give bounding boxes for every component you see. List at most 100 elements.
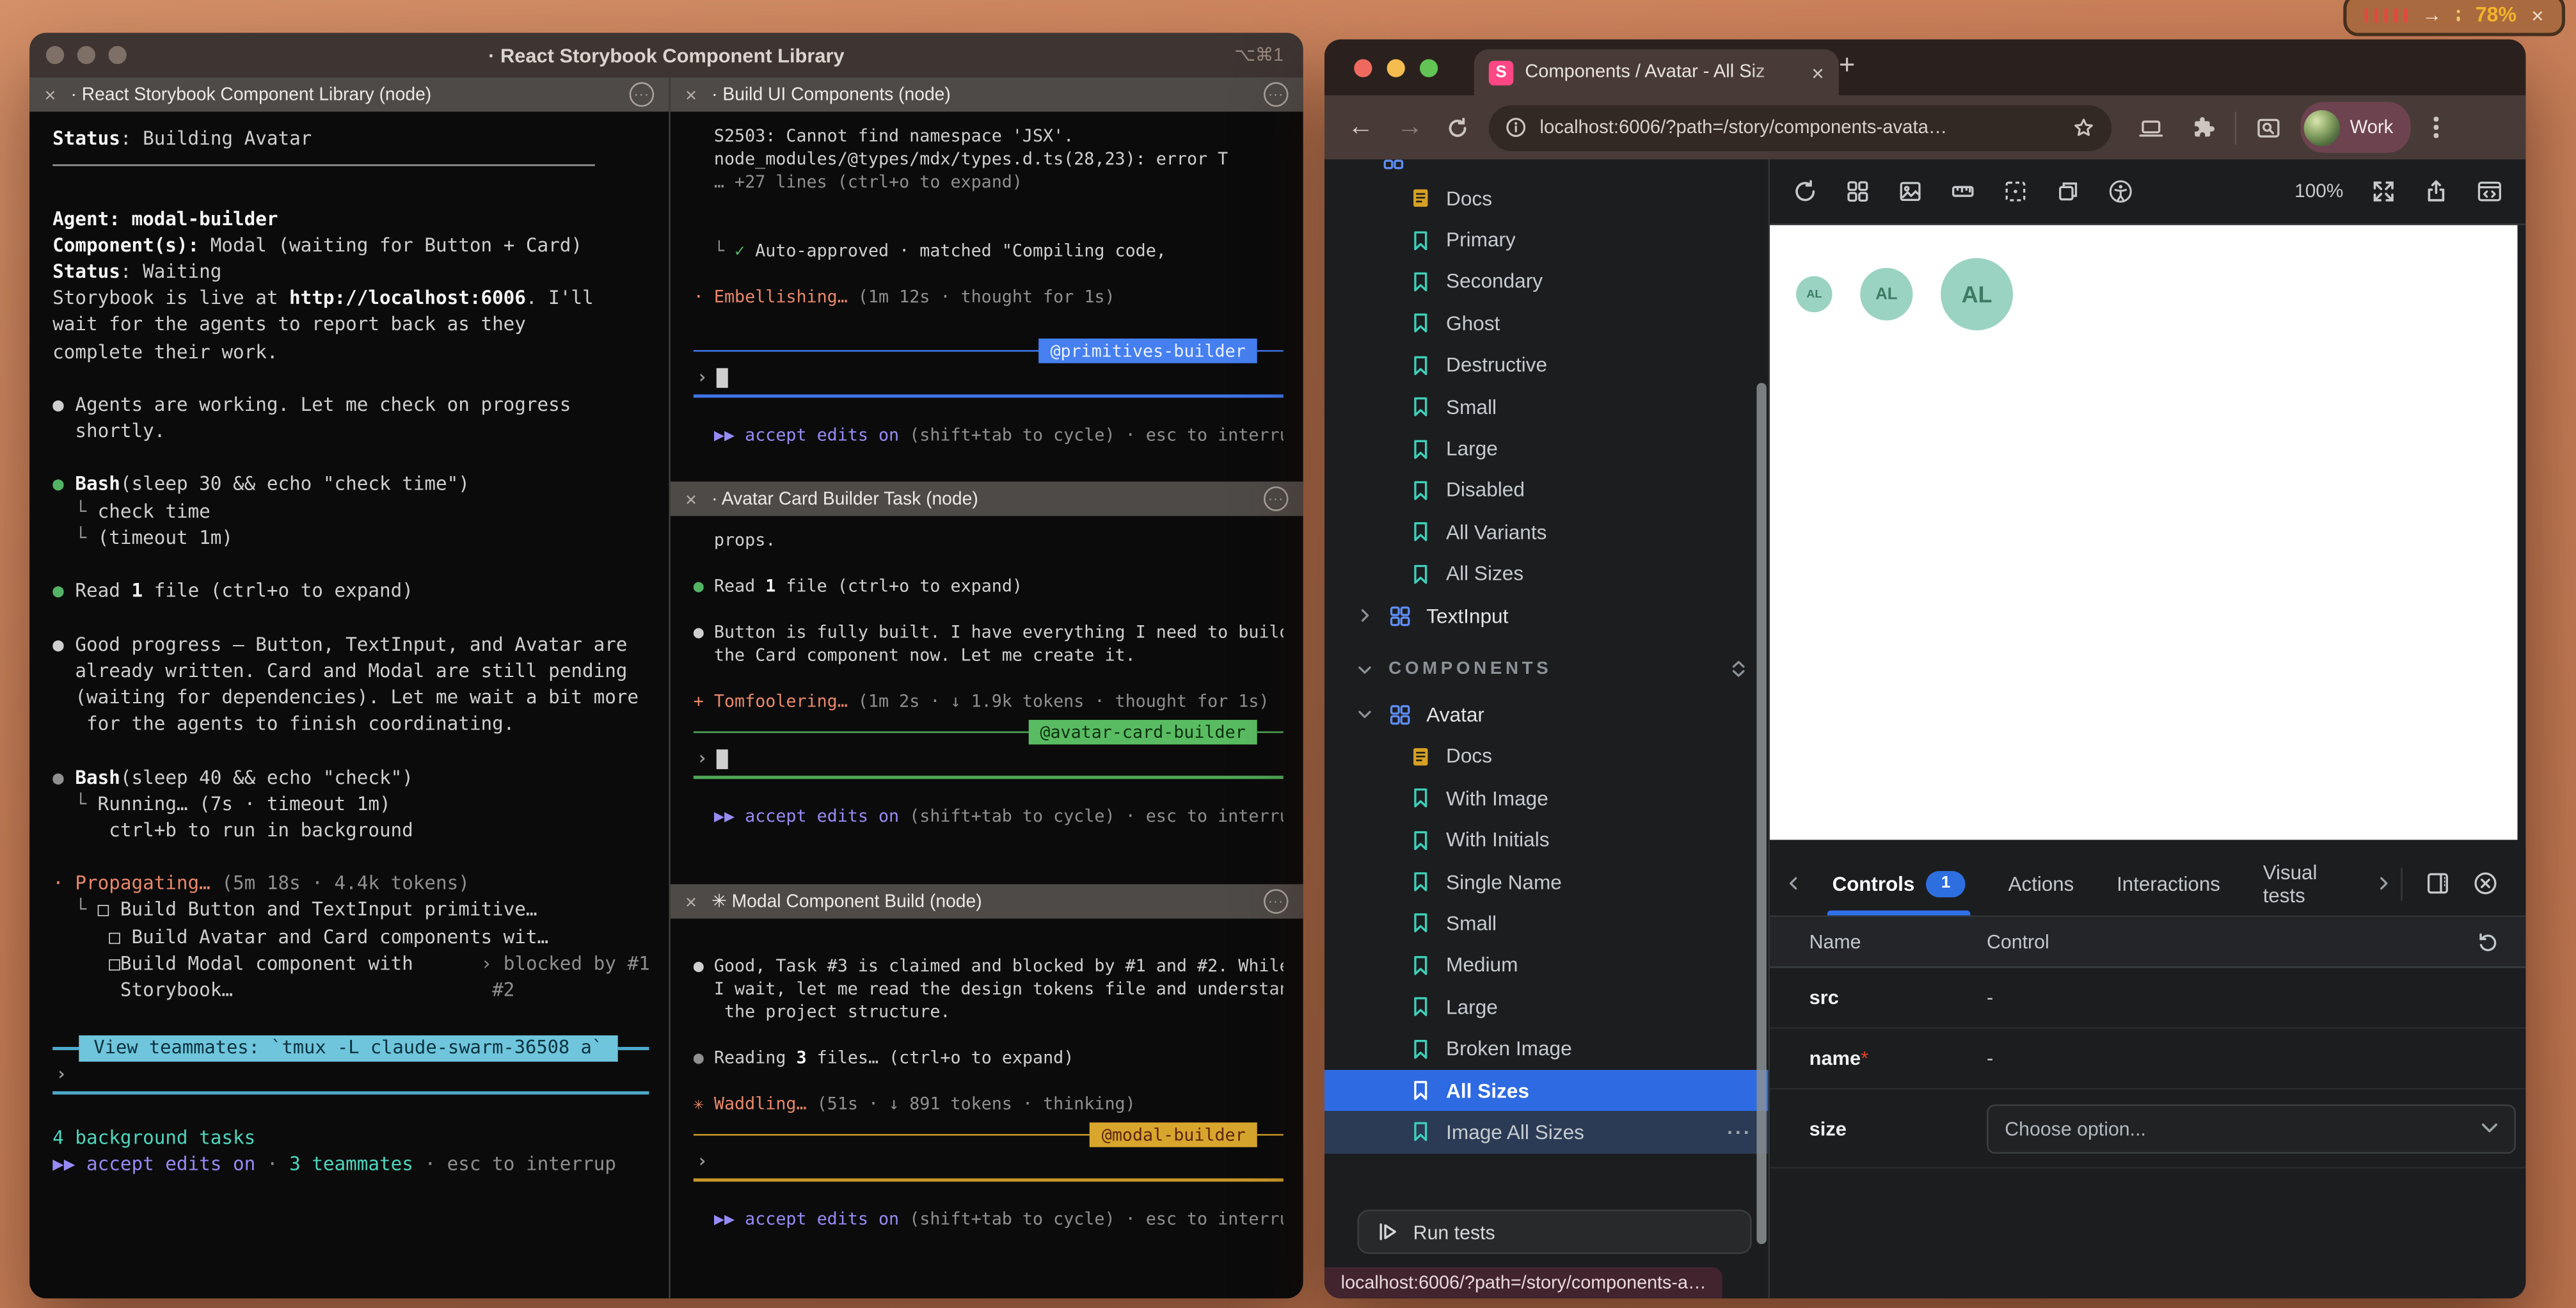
pane-content[interactable]: ● Good, Task #3 is claimed and blocked b… (671, 919, 1303, 1298)
sidebar-scrollbar[interactable] (1756, 383, 1766, 1244)
sidebar-item-label: Docs (1446, 187, 1492, 210)
tab-actions[interactable]: Actions (1987, 851, 2095, 915)
tmux-pane-orchestrator[interactable]: × · React Storybook Component Library (n… (29, 77, 671, 1298)
agent-input-box[interactable]: View teammates: `tmux -L claude-swarm-36… (52, 1034, 649, 1094)
pane-content[interactable]: Status: Building AvatarAgent: modal-buil… (29, 112, 669, 1298)
browser-tab[interactable]: S Components / Avatar - All Siz × (1474, 49, 1839, 95)
sidebar-item-disabled[interactable]: Disabled (1324, 470, 1768, 511)
share-icon[interactable] (2424, 179, 2449, 204)
view-teammates-command[interactable]: View teammates: `tmux -L claude-swarm-36… (79, 1035, 617, 1062)
pane-header[interactable]: × ✳ Modal Component Build (node) ··· (671, 884, 1303, 919)
close-panel-icon[interactable] (2473, 871, 2498, 896)
recording-indicator[interactable]: → 78% × (2343, 0, 2565, 36)
back-button[interactable]: ← (1348, 114, 1374, 140)
pane-menu-icon[interactable]: ··· (1264, 889, 1289, 914)
sidebar-item-small[interactable]: Small (1324, 386, 1768, 427)
story-canvas[interactable]: ALALAL (1770, 225, 2518, 840)
reload-button[interactable] (1446, 116, 1469, 139)
browser-menu-icon[interactable] (2428, 117, 2445, 138)
terminal-prompt[interactable]: › (694, 1149, 1284, 1174)
tab-controls[interactable]: Controls1 (1811, 851, 1987, 915)
sidebar-item-with-image[interactable]: With Image (1324, 778, 1768, 819)
sidebar-item-docs[interactable]: Docs (1324, 177, 1768, 219)
pane-menu-icon[interactable]: ··· (1264, 82, 1289, 107)
tab-visual-tests[interactable]: Visual tests (2241, 851, 2366, 915)
terminal-line: └ check time (52, 497, 649, 524)
agent-input-box[interactable]: @avatar-card-builder› (694, 718, 1284, 778)
close-window-button[interactable] (1354, 59, 1372, 77)
bookmark-star-icon[interactable] (2072, 116, 2095, 139)
zoom-window-button[interactable] (1420, 59, 1438, 77)
terminal-prompt[interactable]: › (694, 746, 1284, 771)
pane-content[interactable]: S2503: Cannot find namespace 'JSX'. node… (671, 112, 1303, 482)
close-icon[interactable]: × (2531, 4, 2544, 25)
zoom-level[interactable]: 100% (2294, 181, 2343, 202)
panel-position-icon[interactable] (2426, 871, 2451, 896)
site-info-icon[interactable] (1506, 116, 1527, 138)
measure-icon[interactable] (1951, 179, 1976, 204)
search-tabs-icon[interactable] (2256, 116, 2281, 139)
size-select[interactable]: Choose option... (1987, 1104, 2516, 1153)
sidebar-item-small[interactable]: Small (1324, 903, 1768, 945)
tabs-scroll-left-icon[interactable] (1776, 876, 1811, 891)
terminal-titlebar[interactable]: · React Storybook Component Library ⌥⌘1 (29, 33, 1303, 77)
sidebar-item-broken-image[interactable]: Broken Image (1324, 1028, 1768, 1069)
outline-icon[interactable] (2003, 179, 2028, 204)
remount-icon[interactable] (1793, 179, 1818, 204)
tab-close-icon[interactable]: × (1811, 61, 1824, 83)
sidebar-item-clipped[interactable] (1324, 159, 1768, 177)
pane-header[interactable]: × · Avatar Card Builder Task (node) ··· (671, 481, 1303, 516)
pane-header[interactable]: × · Build UI Components (node) ··· (671, 77, 1303, 112)
terminal-prompt[interactable]: › (52, 1062, 649, 1087)
sidebar-item-avatar[interactable]: Avatar (1324, 694, 1768, 736)
traffic-lights[interactable] (1354, 59, 1438, 77)
sidebar-item-large[interactable]: Large (1324, 986, 1768, 1028)
new-tab-button[interactable]: + (1839, 51, 1856, 79)
viewport-icon[interactable] (2056, 179, 2081, 204)
pane-menu-icon[interactable]: ··· (630, 82, 655, 107)
pane-close-icon[interactable]: × (685, 489, 697, 509)
sidebar-item-all-sizes[interactable]: All Sizes (1324, 1069, 1768, 1111)
pane-close-icon[interactable]: × (685, 891, 697, 911)
reset-controls-icon[interactable] (2476, 930, 2525, 953)
sidebar-item-all-sizes[interactable]: All Sizes (1324, 553, 1768, 594)
pane-close-icon[interactable]: × (44, 84, 56, 104)
pane-close-icon[interactable]: × (685, 84, 697, 104)
extensions-icon[interactable] (2190, 115, 2215, 140)
sidebar-item-ghost[interactable]: Ghost (1324, 303, 1768, 344)
sidebar-item-textinput[interactable]: TextInput (1324, 594, 1768, 636)
terminal-prompt[interactable]: › (694, 365, 1284, 390)
tab-interactions[interactable]: Interactions (2095, 851, 2242, 915)
terminal-line: I wait, let me read the design tokens fi… (694, 978, 1284, 1001)
laptop-icon[interactable] (2138, 116, 2164, 139)
url-text[interactable]: localhost:6006/?path=/story/components-a… (1539, 118, 2059, 138)
sidebar-item-secondary[interactable]: Secondary (1324, 261, 1768, 303)
address-bar[interactable]: localhost:6006/?path=/story/components-a… (1489, 104, 2111, 150)
profile-chip[interactable]: Work (2301, 102, 2412, 153)
sidebar-item-primary[interactable]: Primary (1324, 219, 1768, 261)
backgrounds-icon[interactable] (1898, 179, 1923, 204)
pane-menu-icon[interactable]: ··· (1264, 486, 1289, 511)
tabs-scroll-right-icon[interactable] (2366, 876, 2401, 891)
sidebar-item-with-initials[interactable]: With Initials (1324, 819, 1768, 861)
sidebar-item-image-all-sizes[interactable]: Image All Sizes··· (1324, 1112, 1768, 1153)
sidebar-item-destructive[interactable]: Destructive (1324, 344, 1768, 386)
sidebar-section-components[interactable]: COMPONENTS (1324, 645, 1768, 694)
agent-input-box[interactable]: @modal-builder› (694, 1121, 1284, 1181)
grid-icon[interactable] (1845, 179, 1870, 204)
sidebar-item-all-variants[interactable]: All Variants (1324, 511, 1768, 553)
agent-input-box[interactable]: @primitives-builder› (694, 337, 1284, 397)
forward-button[interactable]: → (1397, 114, 1423, 140)
item-menu-icon[interactable]: ··· (1727, 1121, 1752, 1144)
open-editor-icon[interactable] (2476, 179, 2502, 204)
pane-header[interactable]: × · React Storybook Component Library (n… (29, 77, 669, 112)
sidebar-item-large[interactable]: Large (1324, 428, 1768, 470)
accessibility-icon[interactable] (2108, 179, 2133, 204)
pane-content[interactable]: props.● Read 1 file (ctrl+o to expand)● … (671, 516, 1303, 884)
sidebar-item-medium[interactable]: Medium (1324, 945, 1768, 986)
sidebar-item-single-name[interactable]: Single Name (1324, 861, 1768, 902)
sidebar-item-docs[interactable]: Docs (1324, 736, 1768, 778)
run-tests-button[interactable]: Run tests (1357, 1209, 1751, 1254)
fullscreen-icon[interactable] (2371, 179, 2396, 204)
minimize-window-button[interactable] (1387, 59, 1405, 77)
